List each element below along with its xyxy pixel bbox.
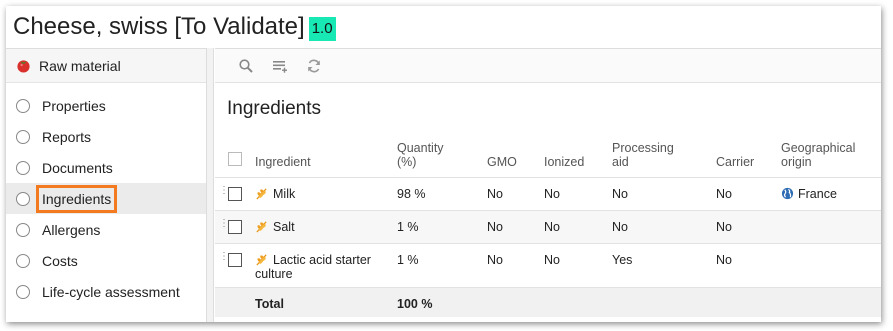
ionized-cell: No (544, 219, 560, 234)
sidebar-item-label: Properties (42, 97, 106, 114)
select-all-checkbox[interactable] (228, 151, 242, 166)
radio-button[interactable] (16, 160, 30, 175)
sidebar-item-reports[interactable]: Reports (6, 121, 206, 152)
column-header-processing-aid[interactable]: Processing aid (612, 139, 716, 177)
panel-splitter[interactable] (207, 48, 214, 322)
wheat-icon (255, 187, 268, 200)
column-header-carrier[interactable]: Carrier (716, 139, 781, 177)
sidebar-root-label: Raw material (39, 57, 121, 74)
total-quantity: 100 % (397, 296, 433, 311)
table-row[interactable]: ⋮ Lactic acid starter culture 1 % No No … (215, 243, 881, 287)
sidebar-item-ingredients[interactable]: Ingredients (6, 183, 206, 214)
radio-button[interactable] (16, 98, 30, 113)
ingredient-name[interactable]: Lactic acid starter culture (255, 253, 371, 281)
add-list-icon[interactable] (271, 57, 289, 75)
page-title: Cheese, swiss [To Validate] (13, 13, 305, 40)
sidebar-item-label: Costs (42, 252, 78, 269)
search-icon[interactable] (237, 57, 255, 75)
carrier-cell: No (716, 252, 732, 267)
radio-button[interactable] (16, 284, 30, 299)
radio-button[interactable] (16, 129, 30, 144)
carrier-cell: No (716, 219, 732, 234)
page-header: Cheese, swiss [To Validate] 1.0 (6, 6, 881, 48)
row-checkbox[interactable] (228, 219, 242, 234)
sidebar-item-label: Reports (42, 128, 92, 145)
carrier-cell: No (716, 186, 732, 201)
processing-aid-cell: No (612, 186, 628, 201)
quantity-cell: 1 % (397, 252, 419, 267)
sidebar-item-label: Ingredients (36, 184, 118, 213)
ionized-cell: No (544, 186, 560, 201)
origin-cell (781, 243, 881, 287)
column-header-gmo[interactable]: GMO (487, 139, 544, 177)
column-header-ingredient[interactable]: Ingredient (255, 139, 397, 177)
processing-aid-cell: Yes (612, 252, 633, 267)
gmo-cell: No (487, 219, 503, 234)
select-all-header (215, 139, 255, 177)
app-window: Cheese, swiss [To Validate] 1.0 Raw mate… (6, 6, 881, 322)
sidebar-item-lca[interactable]: Life-cycle assessment (6, 276, 206, 307)
sidebar-root-item[interactable]: Raw material (6, 49, 206, 83)
quantity-cell: 1 % (397, 219, 419, 234)
origin-cell (781, 210, 881, 243)
sidebar: Raw material Properties Reports Document… (6, 48, 207, 322)
table-header-row: Ingredient Quantity (%) GMO Ionized Proce… (215, 139, 881, 177)
row-checkbox[interactable] (228, 186, 242, 201)
tomato-icon (16, 58, 31, 73)
drag-handle-icon[interactable]: ⋮ (219, 218, 229, 228)
column-header-ionized[interactable]: Ionized (544, 139, 612, 177)
sidebar-item-costs[interactable]: Costs (6, 245, 206, 276)
column-header-quantity[interactable]: Quantity (%) (397, 139, 487, 177)
sidebar-item-label: Allergens (42, 221, 101, 238)
ingredient-name[interactable]: Salt (273, 220, 295, 234)
ingredients-table: Ingredient Quantity (%) GMO Ionized Proce… (215, 139, 881, 317)
processing-aid-cell: No (612, 219, 628, 234)
sidebar-item-label: Life-cycle assessment (42, 283, 180, 300)
total-row: Total 100 % (215, 287, 881, 317)
refresh-icon[interactable] (305, 57, 323, 75)
radio-button[interactable] (16, 191, 30, 206)
gmo-cell: No (487, 186, 503, 201)
globe-icon (781, 187, 794, 200)
sidebar-nav: Properties Reports Documents Ingredients… (6, 83, 206, 307)
origin-cell: France (781, 177, 881, 210)
drag-handle-icon[interactable]: ⋮ (219, 251, 229, 261)
table-row[interactable]: ⋮ Milk 98 % No No No No France (215, 177, 881, 210)
row-checkbox[interactable] (228, 252, 242, 267)
total-label: Total (255, 296, 284, 311)
wheat-icon (255, 253, 268, 266)
toolbar (215, 49, 881, 83)
sidebar-item-label: Documents (42, 159, 113, 176)
version-badge: 1.0 (308, 17, 336, 41)
sidebar-item-allergens[interactable]: Allergens (6, 214, 206, 245)
wheat-icon (255, 220, 268, 233)
main-panel: Ingredients Ingredient Quantity (%) GMO I… (215, 48, 881, 322)
sidebar-item-documents[interactable]: Documents (6, 152, 206, 183)
ionized-cell: No (544, 252, 560, 267)
radio-button[interactable] (16, 253, 30, 268)
drag-handle-icon[interactable]: ⋮ (219, 185, 229, 195)
table-row[interactable]: ⋮ Salt 1 % No No No No (215, 210, 881, 243)
quantity-cell: 98 % (397, 186, 426, 201)
column-header-origin[interactable]: Geographical origin (781, 139, 881, 177)
gmo-cell: No (487, 252, 503, 267)
radio-button[interactable] (16, 222, 30, 237)
ingredient-name[interactable]: Milk (273, 187, 295, 201)
section-title: Ingredients (227, 98, 322, 119)
sidebar-item-properties[interactable]: Properties (6, 90, 206, 121)
origin-value: France (798, 186, 837, 201)
